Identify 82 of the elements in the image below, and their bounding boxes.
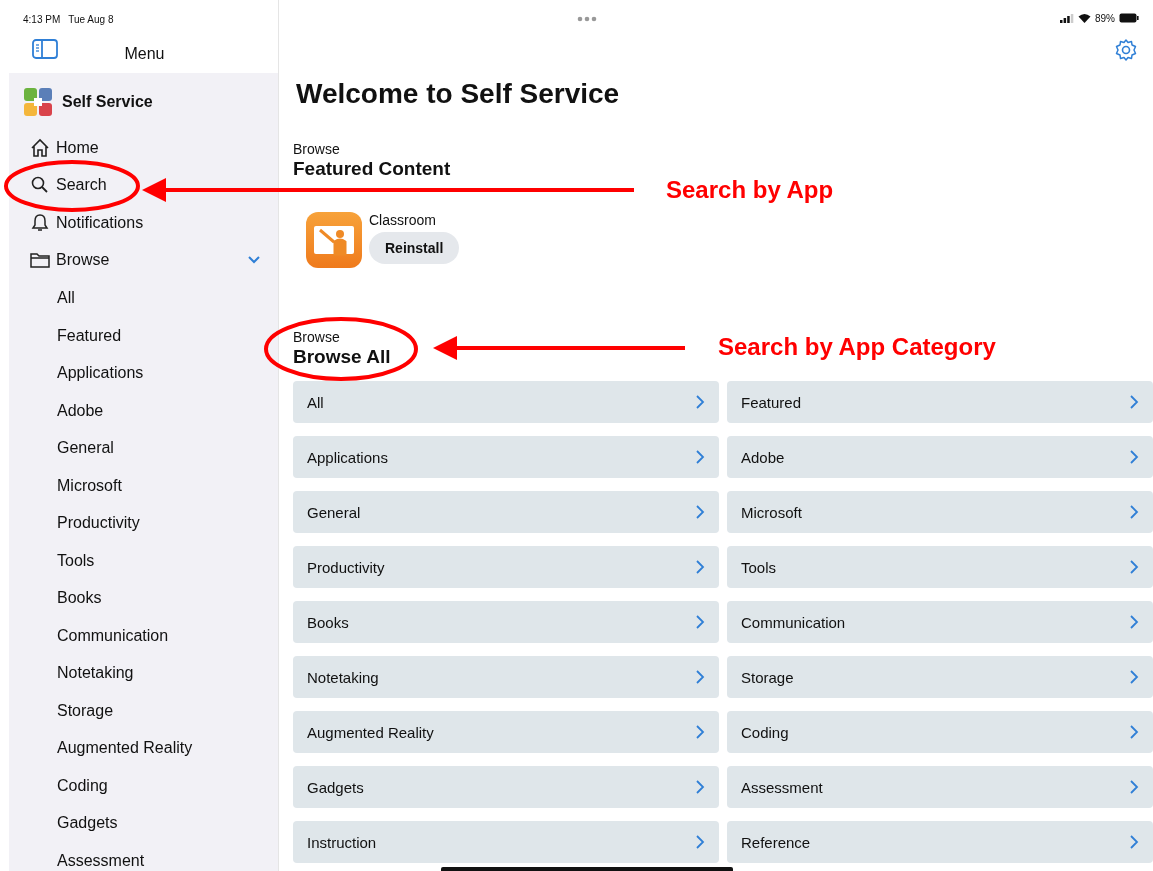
signal-icon xyxy=(1060,13,1074,23)
category-button[interactable]: Notetaking xyxy=(293,656,719,698)
bell-icon xyxy=(30,212,50,233)
folder-icon xyxy=(30,251,50,270)
app-logo-icon xyxy=(22,86,54,118)
category-button[interactable]: General xyxy=(293,491,719,533)
chevron-right-icon xyxy=(695,559,705,575)
chevron-right-icon xyxy=(1129,394,1139,410)
sidebar-subitem[interactable]: General xyxy=(9,429,278,467)
battery-icon xyxy=(1119,13,1139,23)
multitasking-dots-icon[interactable] xyxy=(577,16,597,22)
page-title: Welcome to Self Service xyxy=(295,78,620,111)
category-button[interactable]: All xyxy=(293,381,719,423)
wifi-icon xyxy=(1078,13,1091,23)
sidebar-subitem[interactable]: Notetaking xyxy=(9,654,278,692)
category-button[interactable]: Reference xyxy=(727,821,1153,863)
brand-name: Self Service xyxy=(62,93,153,111)
chevron-right-icon xyxy=(695,834,705,850)
sidebar-subitem[interactable]: Books xyxy=(9,579,278,617)
category-button[interactable]: Instruction xyxy=(293,821,719,863)
home-icon xyxy=(30,137,50,158)
category-button[interactable]: Storage xyxy=(727,656,1153,698)
category-button[interactable]: Books xyxy=(293,601,719,643)
sidebar-subitem[interactable]: Assessment xyxy=(9,841,278,871)
sidebar-subitem[interactable]: Featured xyxy=(9,316,278,354)
sidebar-subitem[interactable]: Storage xyxy=(9,691,278,729)
chevron-icon[interactable] xyxy=(247,255,261,266)
section-eyebrow: Browse xyxy=(293,329,340,345)
sidebar-item[interactable]: Browse xyxy=(9,241,278,279)
chevron-right-icon xyxy=(1129,779,1139,795)
chevron-right-icon xyxy=(695,504,705,520)
chevron-right-icon xyxy=(1129,669,1139,685)
category-button[interactable]: Communication xyxy=(727,601,1153,643)
sidebar-item[interactable]: Notifications xyxy=(9,204,278,242)
chevron-right-icon xyxy=(695,614,705,630)
sidebar-subitem[interactable]: All xyxy=(9,279,278,317)
sidebar-subitem[interactable]: Augmented Reality xyxy=(9,729,278,767)
category-button[interactable]: Adobe xyxy=(727,436,1153,478)
category-button[interactable]: Featured xyxy=(727,381,1153,423)
chevron-right-icon xyxy=(695,449,705,465)
sidebar-subitem[interactable]: Adobe xyxy=(9,391,278,429)
chevron-right-icon xyxy=(1129,724,1139,740)
section-heading: Featured Content xyxy=(293,158,451,180)
chevron-right-icon xyxy=(1129,559,1139,575)
sidebar-item[interactable]: Search xyxy=(9,166,278,204)
chevron-right-icon xyxy=(695,394,705,410)
category-button[interactable]: Productivity xyxy=(293,546,719,588)
chevron-right-icon xyxy=(695,669,705,685)
status-time: 4:13 PM xyxy=(23,14,61,27)
app-name: Classroom xyxy=(369,212,436,228)
category-button[interactable]: Tools xyxy=(727,546,1153,588)
reinstall-button[interactable]: Reinstall xyxy=(369,232,460,264)
chevron-right-icon xyxy=(1129,449,1139,465)
sidebar-toggle-icon[interactable] xyxy=(32,39,58,59)
settings-icon[interactable] xyxy=(1114,38,1138,62)
section-eyebrow: Browse xyxy=(293,141,340,157)
annotation-label: Search by App Category xyxy=(718,333,996,361)
sidebar-subitem[interactable]: Microsoft xyxy=(9,466,278,504)
category-button[interactable]: Applications xyxy=(293,436,719,478)
sidebar-subitem[interactable]: Applications xyxy=(9,354,278,392)
sidebar-subitem[interactable]: Productivity xyxy=(9,504,278,542)
menu-title: Menu xyxy=(124,44,165,63)
section-heading: Browse All xyxy=(293,346,391,368)
sidebar-item[interactable]: Home xyxy=(9,129,278,167)
chevron-right-icon xyxy=(1129,834,1139,850)
category-button[interactable]: Gadgets xyxy=(293,766,719,808)
sidebar-subitem[interactable]: Tools xyxy=(9,541,278,579)
sidebar-subitem[interactable]: Communication xyxy=(9,616,278,654)
chevron-right-icon xyxy=(695,724,705,740)
sidebar-subitem[interactable]: Coding xyxy=(9,766,278,804)
status-date: Tue Aug 8 xyxy=(68,14,114,27)
category-button[interactable]: Augmented Reality xyxy=(293,711,719,753)
category-button[interactable]: Assessment xyxy=(727,766,1153,808)
category-button[interactable]: Coding xyxy=(727,711,1153,753)
app-icon[interactable] xyxy=(306,212,362,268)
battery-percent: 89% xyxy=(1095,12,1115,24)
category-button[interactable]: Microsoft xyxy=(727,491,1153,533)
annotation-label: Search by App xyxy=(666,176,834,204)
chevron-right-icon xyxy=(695,779,705,795)
chevron-right-icon xyxy=(1129,504,1139,520)
chevron-right-icon xyxy=(1129,614,1139,630)
sidebar-subitem[interactable]: Gadgets xyxy=(9,804,278,842)
